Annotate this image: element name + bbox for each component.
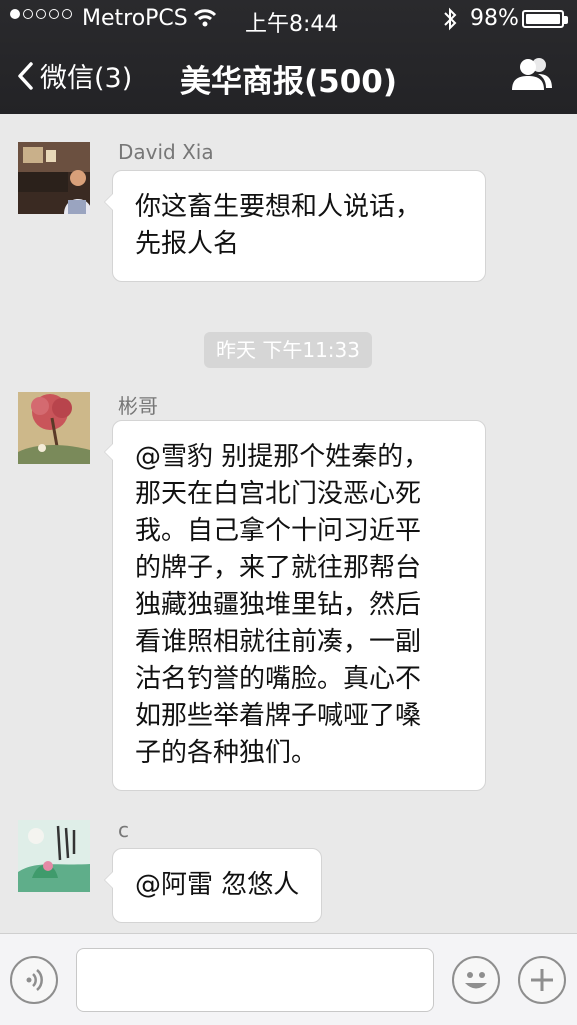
carrier-name: MetroPCS bbox=[82, 6, 188, 31]
sender-name: c bbox=[118, 818, 129, 842]
people-icon[interactable] bbox=[508, 56, 556, 92]
emoji-button[interactable] bbox=[452, 956, 500, 1004]
message-line: 看谁照相就往前凑，一副 bbox=[135, 627, 422, 657]
voice-button[interactable] bbox=[10, 956, 58, 1004]
emoji-icon bbox=[465, 972, 487, 989]
message-line: 如那些举着牌子喊哑了嗓 bbox=[135, 701, 422, 731]
message-bubble[interactable]: @阿雷 忽悠人 bbox=[103, 848, 323, 923]
top-bar: MetroPCS 上午8:44 98% 微信(3) 美华商报(500) bbox=[0, 0, 577, 114]
chat-title: 美华商报(500) bbox=[179, 64, 398, 100]
status-bar: MetroPCS 上午8:44 98% bbox=[0, 0, 577, 38]
battery-icon bbox=[522, 10, 568, 28]
input-bar bbox=[0, 933, 577, 1025]
message-line: 那天在白宫北门没恶心死 bbox=[135, 479, 422, 509]
message-input[interactable] bbox=[76, 948, 434, 1012]
message-line: 我。自己拿个十问习近平 bbox=[135, 516, 422, 546]
avatar[interactable] bbox=[18, 142, 90, 214]
sender-name: David Xia bbox=[118, 140, 214, 164]
sender-name: 彬哥 bbox=[118, 394, 158, 418]
timestamp: 昨天 下午11:33 bbox=[204, 332, 372, 368]
message-line: 你这畜生要想和人说话， bbox=[135, 192, 422, 222]
voice-icon bbox=[26, 969, 43, 991]
bluetooth-icon bbox=[444, 7, 457, 31]
message-line: 的牌子，来了就往那帮台 bbox=[135, 553, 422, 583]
plus-icon bbox=[531, 969, 553, 991]
avatar[interactable] bbox=[18, 820, 90, 892]
message-line: 子的各种独们。 bbox=[135, 738, 318, 768]
message-bubble[interactable]: @雪豹 别提那个姓秦的， 那天在白宫北门没恶心死 我。自己拿个十问习近平 的牌子… bbox=[104, 420, 486, 791]
message-line: @雪豹 别提那个姓秦的， bbox=[135, 442, 430, 472]
message-line: @阿雷 忽悠人 bbox=[135, 870, 300, 900]
navigation-bar: 微信(3) 美华商报(500) bbox=[0, 38, 577, 114]
more-button[interactable] bbox=[518, 956, 566, 1004]
message-line: 沽名钓誉的嘴脸。真心不 bbox=[135, 664, 422, 694]
message-line: 独藏独疆独堆里钻，然后 bbox=[135, 590, 422, 620]
battery-percent: 98% bbox=[470, 6, 519, 31]
wifi-icon bbox=[193, 9, 217, 27]
message-bubble[interactable]: 你这畜生要想和人说话， 先报人名 bbox=[104, 170, 486, 282]
message-line: 先报人名 bbox=[135, 229, 240, 259]
signal-strength-icon bbox=[10, 9, 72, 19]
status-time: 上午8:44 bbox=[245, 12, 339, 37]
avatar[interactable] bbox=[18, 392, 90, 464]
